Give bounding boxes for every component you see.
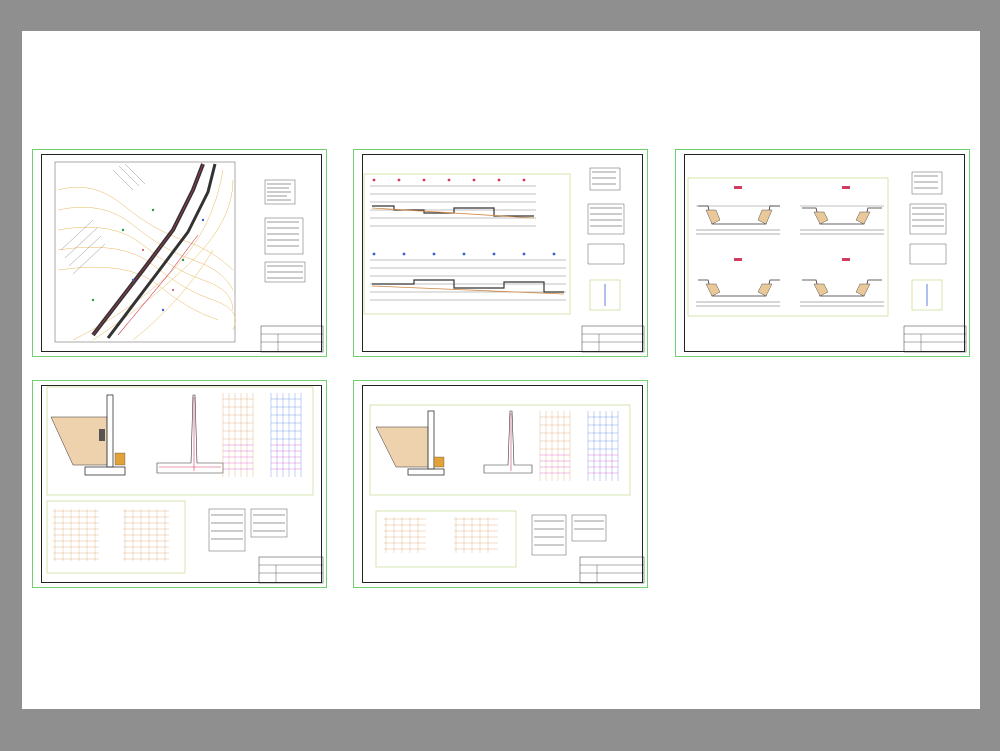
wall-drawing: [46, 386, 324, 584]
plan-drawing: [54, 161, 324, 353]
sheet-sections[interactable]: [675, 149, 970, 357]
sheet-plan[interactable]: [32, 149, 327, 357]
wall-drawing: [369, 404, 645, 584]
sheet-profile[interactable]: [353, 149, 648, 357]
sheet-wall-1[interactable]: [32, 380, 327, 588]
profile-drawing: [363, 167, 645, 353]
sections-drawing: [687, 171, 967, 353]
sheet-wall-2[interactable]: [353, 380, 648, 588]
drawing-canvas[interactable]: [22, 31, 980, 709]
